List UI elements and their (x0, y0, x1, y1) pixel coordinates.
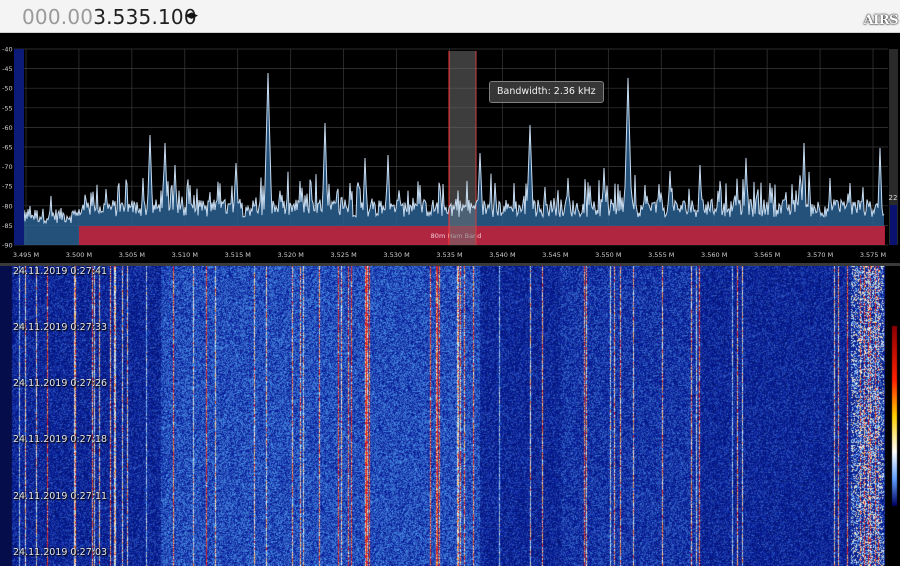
gain-value: 22 (889, 194, 898, 202)
frequency-tick-label: 3.545 M (542, 251, 568, 259)
spectrum-analyzer[interactable]: -40 -45 -50 -55 -60 -65 -70 -75 -80 -85 -90 3.495 … (0, 33, 900, 263)
db-tick-label: -65 (2, 144, 13, 152)
db-tick-label: -80 (2, 202, 13, 210)
frequency-tick-label: 3.500 M (66, 251, 92, 259)
db-tick-label: -60 (2, 124, 13, 132)
frequency-tick-label: 3.510 M (172, 251, 198, 259)
waterfall-display[interactable]: 24.11.2019 0:27:41 24.11.2019 0:27:33 24… (0, 266, 900, 566)
spectrum-plot[interactable]: -40 -45 -50 -55 -60 -65 -70 -75 -80 -85 -90 3.495 … (0, 33, 900, 263)
frequency-tick-label: 3.540 M (489, 251, 515, 259)
db-tick-label: -55 (2, 104, 13, 112)
frequency-tick-label: 3.565 M (754, 251, 780, 259)
frequency-tick-label: 3.550 M (595, 251, 621, 259)
frequency-tick-label: 3.505 M (119, 251, 145, 259)
left-scroll-bar[interactable] (14, 49, 24, 245)
db-tick-label: -75 (2, 183, 13, 191)
frequency-value: 3.535.100 (93, 5, 197, 29)
db-tick-label: -40 (2, 46, 13, 54)
waterfall-timestamp: 24.11.2019 0:27:41 (13, 266, 108, 277)
frequency-tick-label: 3.535 M (436, 251, 462, 259)
frequency-leading-digits: 000.00 (22, 5, 94, 29)
waterfall-timestamp: 24.11.2019 0:27:18 (13, 434, 108, 445)
frequency-toolbar: 000.003.535.100 ◂▸ AIRS (0, 0, 900, 33)
db-axis: -40 -45 -50 -55 -60 -65 -70 -75 -80 -85 -90 (2, 46, 13, 250)
frequency-tick-label: 3.520 M (278, 251, 304, 259)
waterfall-timestamp: 24.11.2019 0:27:03 (13, 547, 108, 558)
frequency-tick-label: 3.495 M (13, 251, 39, 259)
db-tick-label: -45 (2, 65, 13, 73)
db-tick-label: -70 (2, 163, 13, 171)
frequency-tick-label: 3.560 M (701, 251, 727, 259)
frequency-tick-label: 3.530 M (383, 251, 409, 259)
waterfall-timestamp: 24.11.2019 0:27:11 (13, 491, 108, 502)
frequency-step-arrows-icon[interactable]: ◂▸ (185, 8, 198, 23)
airspy-logo: AIRS (863, 13, 899, 28)
db-tick-label: -50 (2, 85, 13, 93)
frequency-axis: 3.495 M 3.500 M 3.505 M 3.510 M 3.515 M 3.520… (13, 251, 886, 259)
waterfall-timestamp: 24.11.2019 0:27:26 (13, 378, 108, 389)
frequency-display[interactable]: 000.003.535.100 (22, 5, 197, 29)
bandwidth-tooltip: Bandwidth: 2.36 kHz (489, 81, 604, 103)
frequency-tick-label: 3.515 M (225, 251, 251, 259)
bandwidth-selection[interactable] (449, 51, 476, 245)
right-gain-slider-fill (890, 205, 897, 245)
db-tick-label: -85 (2, 222, 13, 230)
frequency-tick-label: 3.570 M (807, 251, 833, 259)
frequency-tick-label: 3.575 M (860, 251, 886, 259)
db-tick-label: -90 (2, 242, 13, 250)
frequency-tick-label: 3.525 M (330, 251, 356, 259)
waterfall-timestamp: 24.11.2019 0:27:33 (13, 322, 108, 333)
frequency-tick-label: 3.555 M (648, 251, 674, 259)
ham-band-marker (79, 226, 885, 245)
waterfall-canvas[interactable] (0, 266, 900, 566)
